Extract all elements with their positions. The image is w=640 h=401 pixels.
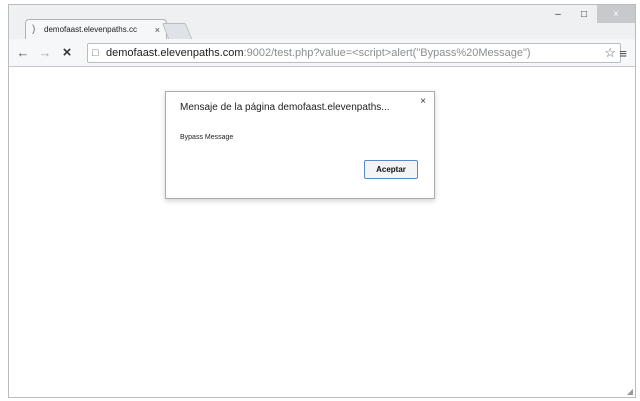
browser-toolbar: ← → × □ demofaast.elevenpaths.com:9002/t… xyxy=(9,39,635,67)
close-window-button[interactable]: × xyxy=(597,5,635,23)
dialog-close-icon[interactable]: × xyxy=(420,96,426,107)
window-controls: – □ × xyxy=(545,5,635,23)
tab-close-icon[interactable]: × xyxy=(155,25,160,35)
maximize-button[interactable]: □ xyxy=(571,5,597,23)
url-host: demofaast.elevenpaths.com xyxy=(106,47,244,59)
browser-window: ) demofaast.elevenpaths.cc × – □ × ← → ×… xyxy=(8,4,636,398)
resize-grip-icon[interactable]: ◢ xyxy=(627,387,633,396)
forward-arrow-icon[interactable]: → xyxy=(37,44,53,60)
dialog-message: Bypass Message xyxy=(180,134,234,141)
dialog-title: Mensaje de la página demofaast.elevenpat… xyxy=(180,102,390,113)
bookmark-star-icon[interactable]: ☆ xyxy=(604,45,616,61)
browser-tab[interactable]: ) demofaast.elevenpaths.cc × xyxy=(25,19,167,39)
address-bar[interactable]: □ demofaast.elevenpaths.com:9002/test.ph… xyxy=(87,43,621,63)
url-text[interactable]: demofaast.elevenpaths.com:9002/test.php?… xyxy=(106,47,586,59)
new-tab-button[interactable] xyxy=(161,23,193,39)
page-content: Mensaje de la página demofaast.elevenpat… xyxy=(9,67,635,397)
back-arrow-icon[interactable]: ← xyxy=(15,44,31,60)
url-path: :9002/test.php?value=<script>alert("Bypa… xyxy=(243,47,531,59)
accept-button[interactable]: Aceptar xyxy=(364,160,418,179)
menu-icon[interactable]: ≡ xyxy=(619,46,627,61)
tab-title: demofaast.elevenpaths.cc xyxy=(44,25,137,34)
page-favicon-icon: ) xyxy=(32,24,36,35)
minimize-button[interactable]: – xyxy=(545,5,571,23)
tab-strip: ) demofaast.elevenpaths.cc × – □ × xyxy=(9,5,635,39)
stop-loading-icon[interactable]: × xyxy=(59,44,75,61)
page-icon: □ xyxy=(92,47,99,59)
alert-dialog: Mensaje de la página demofaast.elevenpat… xyxy=(165,91,435,199)
